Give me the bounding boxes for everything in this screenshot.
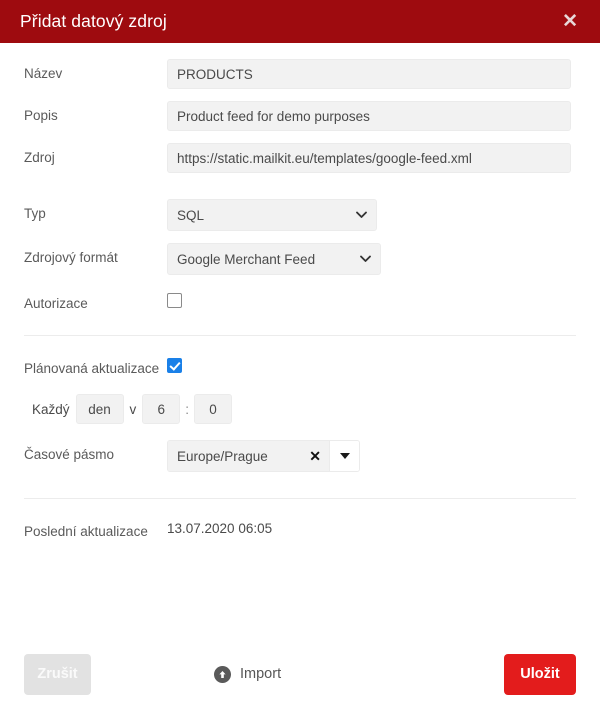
upload-circle-icon xyxy=(214,665,231,683)
import-button[interactable]: Import xyxy=(214,665,282,683)
schedule-every-label: Každý xyxy=(32,401,70,417)
authorization-checkbox[interactable] xyxy=(167,293,182,308)
description-input[interactable] xyxy=(167,101,571,131)
import-label: Import xyxy=(240,666,282,682)
source-field-area xyxy=(167,143,576,173)
scheduled-update-label: Plánovaná aktualizace xyxy=(24,361,160,376)
format-label: Zdrojový formát xyxy=(24,250,118,265)
timezone-value: Europe/Prague xyxy=(177,448,268,464)
schedule-minute-input[interactable]: 0 xyxy=(194,394,233,424)
schedule-detail-row: Každý den v 6 : 0 xyxy=(24,394,576,424)
format-field-area: Google Merchant Feed xyxy=(167,243,576,275)
name-field-area xyxy=(167,59,576,89)
divider-top xyxy=(24,335,576,336)
authorization-label: Autorizace xyxy=(24,296,88,311)
field-row-format: Zdrojový formát Google Merchant Feed xyxy=(24,243,576,275)
format-select[interactable]: Google Merchant Feed xyxy=(167,243,381,275)
format-select-wrap: Google Merchant Feed xyxy=(167,243,381,275)
caret-down-icon xyxy=(339,453,350,459)
type-field-area: SQL xyxy=(167,199,576,231)
timezone-field-area: Europe/Prague ✕ xyxy=(167,440,576,472)
dialog-footer: Zrušit Import Uložit xyxy=(0,652,600,696)
last-update-label: Poslední aktualizace xyxy=(24,524,148,539)
field-row-source: Zdroj xyxy=(24,143,576,173)
field-row-type: Typ SQL xyxy=(24,199,576,231)
dialog-body: Název Popis Zdroj Typ SQL xyxy=(0,59,600,543)
type-label: Typ xyxy=(24,206,46,221)
description-field-area xyxy=(167,101,576,131)
last-update-value: 13.07.2020 06:05 xyxy=(167,521,273,536)
field-row-authorization: Autorizace xyxy=(24,289,576,315)
description-label: Popis xyxy=(24,108,58,123)
cancel-button[interactable]: Zrušit xyxy=(24,653,91,695)
type-select-wrap: SQL xyxy=(167,199,377,231)
source-label: Zdroj xyxy=(24,150,55,165)
save-button[interactable]: Uložit xyxy=(504,653,576,695)
field-row-scheduled-update: Plánovaná aktualizace xyxy=(24,354,576,380)
scheduled-update-checkbox[interactable] xyxy=(167,358,182,373)
type-select[interactable]: SQL xyxy=(167,199,377,231)
close-icon[interactable]: ✕ xyxy=(558,10,582,33)
format-select-value: Google Merchant Feed xyxy=(177,251,316,267)
timezone-combobox[interactable]: Europe/Prague ✕ xyxy=(167,440,360,472)
timezone-value-area[interactable]: Europe/Prague ✕ xyxy=(168,441,329,471)
field-row-last-update: Poslední aktualizace 13.07.2020 06:05 xyxy=(24,517,576,543)
timezone-dropdown-button[interactable] xyxy=(329,441,359,471)
field-row-name: Název xyxy=(24,59,576,89)
scheduled-update-field-area xyxy=(167,354,576,378)
schedule-at-label: v xyxy=(129,401,137,417)
schedule-hour-input[interactable]: 6 xyxy=(142,394,181,424)
name-label: Název xyxy=(24,66,63,81)
dialog-title: Přidat datový zdroj xyxy=(20,11,167,31)
chevron-down-icon xyxy=(360,255,371,263)
name-input[interactable] xyxy=(167,59,571,89)
timezone-label: Časové pásmo xyxy=(24,447,115,462)
chevron-down-icon xyxy=(356,211,367,219)
schedule-interval-select[interactable]: den xyxy=(75,394,124,424)
close-icon[interactable]: ✕ xyxy=(303,449,321,463)
field-row-timezone: Časové pásmo Europe/Prague ✕ xyxy=(24,440,576,472)
type-select-value: SQL xyxy=(177,207,205,223)
schedule-time-separator: : xyxy=(185,401,190,417)
field-row-description: Popis xyxy=(24,101,576,131)
add-data-source-dialog: Přidat datový zdroj ✕ Název Popis Zdroj xyxy=(0,0,600,715)
source-input[interactable] xyxy=(167,143,571,173)
dialog-titlebar: Přidat datový zdroj ✕ xyxy=(0,0,600,43)
divider-bottom xyxy=(24,498,576,499)
authorization-field-area xyxy=(167,289,576,313)
